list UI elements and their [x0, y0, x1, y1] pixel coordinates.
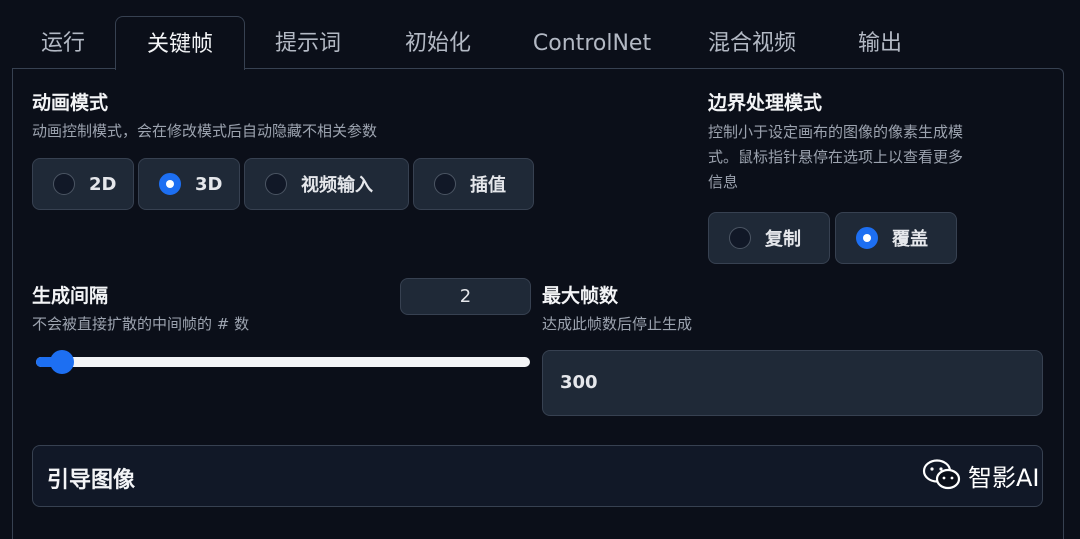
max-frames-input[interactable]: 300: [542, 350, 1043, 416]
radio-checked-icon: [856, 227, 878, 249]
animation-mode-option-video-input[interactable]: 视频输入: [244, 158, 409, 210]
border-mode-description-line3: 信息: [708, 173, 739, 191]
border-mode-option-wrap[interactable]: 覆盖: [835, 212, 957, 264]
tab-controlnet[interactable]: ControlNet: [517, 16, 667, 68]
cadence-description: 不会被直接扩散的中间帧的 # 数: [32, 315, 250, 333]
option-label: 插值: [470, 175, 506, 196]
radio-checked-icon: [159, 173, 181, 195]
animation-mode-option-3d[interactable]: 3D: [138, 158, 240, 210]
animation-mode-title: 动画模式: [32, 92, 109, 114]
border-mode-description-line1: 控制小于设定画布的图像的像素生成模: [708, 123, 964, 141]
tab-keyframes[interactable]: 关键帧: [115, 16, 245, 70]
option-label: 3D: [195, 173, 223, 195]
border-mode-description-line2: 式。鼠标指针悬停在选项上以查看更多: [708, 148, 964, 166]
option-label: 复制: [765, 229, 801, 250]
max-frames-description: 达成此帧数后停止生成: [542, 315, 693, 333]
option-label: 覆盖: [892, 229, 928, 250]
option-label: 视频输入: [301, 175, 373, 196]
watermark-text: 智影AI: [968, 463, 1040, 492]
animation-mode-option-interpolation[interactable]: 插值: [413, 158, 534, 210]
tab-bar: 运行 关键帧 提示词 初始化 ControlNet 混合视频 输出: [12, 16, 1064, 70]
option-label: 2D: [89, 173, 117, 195]
tab-output[interactable]: 输出: [840, 16, 920, 68]
max-frames-title: 最大帧数: [542, 285, 619, 307]
watermark: 智影AI: [922, 458, 1040, 492]
radio-unchecked-icon: [729, 227, 751, 249]
tab-init[interactable]: 初始化: [382, 16, 494, 68]
guide-images-label: 引导图像: [47, 468, 136, 493]
tab-hybrid-video[interactable]: 混合视频: [690, 16, 814, 68]
tab-prompts[interactable]: 提示词: [252, 16, 364, 68]
border-mode-title: 边界处理模式: [708, 92, 823, 114]
wechat-icon: [922, 459, 961, 490]
cadence-slider-thumb[interactable]: [49, 350, 74, 374]
animation-mode-option-2d[interactable]: 2D: [32, 158, 134, 210]
tab-run[interactable]: 运行: [20, 16, 106, 68]
border-mode-option-replicate[interactable]: 复制: [708, 212, 830, 264]
radio-unchecked-icon: [265, 173, 287, 195]
cadence-title: 生成间隔: [32, 285, 109, 307]
radio-unchecked-icon: [53, 173, 75, 195]
radio-unchecked-icon: [434, 173, 456, 195]
animation-mode-description: 动画控制模式，会在修改模式后自动隐藏不相关参数: [32, 122, 378, 140]
cadence-slider-track[interactable]: [36, 357, 530, 367]
guide-images-accordion[interactable]: 引导图像: [32, 445, 1043, 507]
cadence-number-input[interactable]: 2: [400, 278, 531, 315]
